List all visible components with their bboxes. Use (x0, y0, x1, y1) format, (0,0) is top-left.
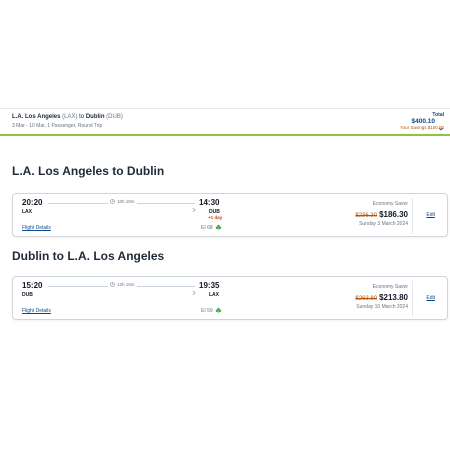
duration-text: 12h 15m (117, 282, 135, 287)
flight-duration: 10h 10m (108, 199, 137, 204)
departure-time: 15:20 (22, 281, 43, 290)
arrival-time: 19:35 (199, 281, 220, 290)
arrival-code: LAX (209, 292, 219, 298)
shamrock-icon (215, 307, 222, 314)
route-to-word: to (79, 114, 85, 120)
clock-icon (110, 282, 115, 287)
total-value: $400.10 (411, 118, 436, 125)
duration-text: 10h 10m (117, 199, 135, 204)
price-row: $236.30 $186.30 (355, 210, 408, 219)
chevron-down-icon[interactable] (438, 119, 444, 130)
fare-class: Economy Saver (372, 284, 408, 290)
current-price: $186.30 (379, 210, 408, 219)
flight-duration: 12h 15m (108, 282, 137, 287)
trip-meta: 3 Mar - 10 Mar, 1 Passenger, Round Trip (12, 123, 103, 129)
origin-city: L.A. Los Angeles (12, 114, 61, 120)
fare-class: Economy Saver (372, 201, 408, 207)
outbound-flight-card: 20:20 LAX 10h 10m 14:30 DUB +1 day Fligh… (12, 193, 448, 237)
old-price: $263.80 (355, 296, 378, 302)
flight-details-link[interactable]: Flight Details (22, 225, 51, 231)
old-price: $236.30 (355, 213, 378, 219)
arrow-right-icon (191, 200, 197, 213)
edit-inbound-link[interactable]: Edit (426, 295, 435, 301)
trip-summary-bar: L.A. Los Angeles (LAX) to Dublin (DUB) 3… (0, 108, 450, 136)
departure-code: LAX (22, 209, 32, 215)
arrival-time: 14:30 (199, 198, 220, 207)
card-divider (412, 281, 413, 317)
flight-number-text: EI 68 (201, 224, 213, 231)
departure-time: 20:20 (22, 198, 43, 207)
flight-number: EI 59 (201, 307, 222, 314)
trip-route: L.A. Los Angeles (LAX) to Dublin (DUB) (12, 114, 123, 120)
inbound-flight-card: 15:20 DUB 12h 15m 19:35 LAX Flight Detai… (12, 276, 448, 320)
origin-code: (LAX) (62, 114, 78, 120)
next-day-badge: +1 day (208, 215, 223, 220)
outbound-title: L.A. Los Angeles to Dublin (12, 164, 165, 178)
arrow-right-icon (191, 283, 197, 296)
flight-number-text: EI 59 (201, 307, 213, 314)
departure-code: DUB (22, 292, 33, 298)
destination-city: Dublin (85, 114, 105, 120)
inbound-title: Dublin to L.A. Los Angeles (12, 249, 165, 263)
card-divider (412, 198, 413, 234)
edit-outbound-link[interactable]: Edit (426, 212, 435, 218)
total-summary[interactable]: Total $400.10 Your Savings $100.00 (400, 112, 444, 130)
total-row[interactable]: $400.10 (400, 118, 444, 130)
clock-icon (110, 199, 115, 204)
flight-date: Sunday 10 March 2024 (356, 304, 408, 310)
current-price: $213.80 (379, 293, 408, 302)
flight-number: EI 68 (201, 224, 222, 231)
savings-text: Your Savings $100.00 (400, 125, 444, 130)
price-row: $263.80 $213.80 (355, 293, 408, 302)
destination-code: (DUB) (106, 114, 123, 120)
flight-details-link[interactable]: Flight Details (22, 308, 51, 314)
flight-date: Sunday 3 March 2024 (359, 221, 408, 227)
shamrock-icon (215, 224, 222, 231)
